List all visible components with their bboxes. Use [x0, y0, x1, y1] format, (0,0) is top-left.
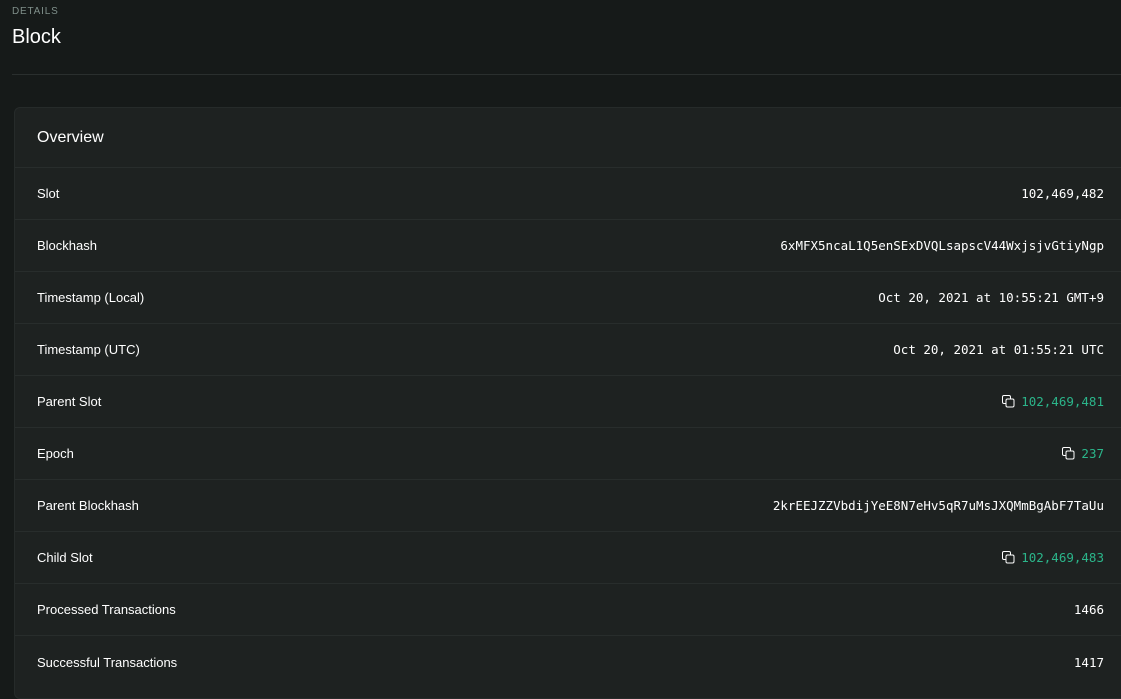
- copy-icon[interactable]: [1062, 447, 1075, 460]
- processed-transactions-value: 1466: [1073, 602, 1104, 617]
- epoch-link[interactable]: 237: [1081, 446, 1104, 461]
- timestamp-utc-value: Oct 20, 2021 at 01:55:21 UTC: [893, 342, 1104, 357]
- row-label: Successful Transactions: [37, 654, 178, 670]
- child-slot-value: 102,469,483: [1002, 550, 1104, 565]
- copy-icon[interactable]: [1002, 551, 1015, 564]
- row-label: Blockhash: [37, 238, 97, 253]
- row-blockhash: Blockhash 6xMFX5ncaL1Q5enSExDVQLsapscV44…: [15, 220, 1121, 272]
- blockhash-value: 6xMFX5ncaL1Q5enSExDVQLsapscV44WxjsjvGtiy…: [780, 238, 1104, 253]
- copy-icon[interactable]: [1002, 395, 1015, 408]
- parent-slot-value: 102,469,481: [1002, 394, 1104, 409]
- child-slot-link[interactable]: 102,469,483: [1021, 550, 1104, 565]
- row-label: Slot: [37, 186, 60, 201]
- row-timestamp-utc: Timestamp (UTC) Oct 20, 2021 at 01:55:21…: [15, 324, 1121, 376]
- row-label: Timestamp (UTC): [37, 342, 140, 357]
- row-parent-blockhash: Parent Blockhash 2krEEJZZVbdijYeE8N7eHv5…: [15, 480, 1121, 532]
- row-label: Child Slot: [37, 550, 93, 565]
- epoch-value: 237: [1062, 446, 1104, 461]
- row-label: Parent Slot: [37, 394, 102, 409]
- row-parent-slot: Parent Slot 102,469,481: [15, 376, 1121, 428]
- page-title: Block: [12, 26, 61, 48]
- overview-title: Overview: [37, 128, 104, 146]
- overview-card-header: Overview: [15, 108, 1121, 168]
- row-label: Epoch: [37, 446, 74, 461]
- parent-slot-link[interactable]: 102,469,481: [1021, 394, 1104, 409]
- timestamp-local-value: Oct 20, 2021 at 10:55:21 GMT+9: [878, 290, 1104, 305]
- row-label: Processed Transactions: [37, 602, 176, 617]
- parent-blockhash-link[interactable]: 2krEEJZZVbdijYeE8N7eHv5qR7uMsJXQMmBgAbF7…: [773, 498, 1104, 513]
- successful-transactions-value: 1417: [1073, 654, 1104, 670]
- row-label: Parent Blockhash: [37, 498, 139, 513]
- slot-value: 102,469,482: [1021, 186, 1104, 201]
- row-child-slot: Child Slot 102,469,483: [15, 532, 1121, 584]
- row-successful-transactions: Successful Transactions 1417: [15, 636, 1121, 688]
- page-pretitle: DETAILS: [12, 6, 59, 17]
- row-processed-transactions: Processed Transactions 1466: [15, 584, 1121, 636]
- row-timestamp-local: Timestamp (Local) Oct 20, 2021 at 10:55:…: [15, 272, 1121, 324]
- row-label: Timestamp (Local): [37, 290, 145, 305]
- row-slot: Slot 102,469,482: [15, 168, 1121, 220]
- overview-card: Overview Slot 102,469,482 Blockhash 6xMF…: [14, 107, 1121, 699]
- page-header: DETAILS Block: [12, 0, 1121, 75]
- row-epoch: Epoch 237: [15, 428, 1121, 480]
